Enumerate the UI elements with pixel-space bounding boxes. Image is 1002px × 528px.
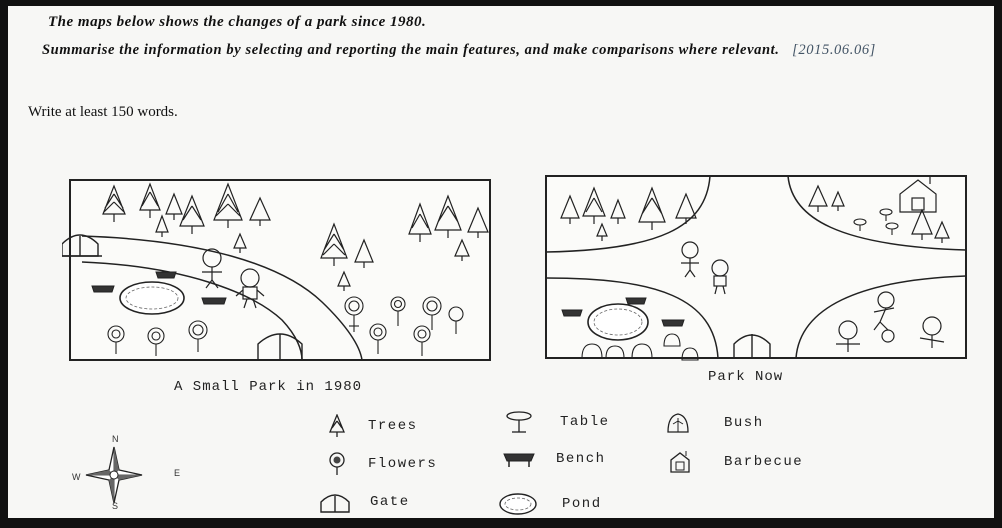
gate-icon: [320, 494, 350, 513]
instruction-text: Summarise the information by selecting a…: [42, 42, 780, 58]
legend-label: Flowers: [368, 456, 438, 472]
legend-gate: Gate: [318, 490, 410, 514]
word-count-instruction: Write at least 150 words.: [28, 104, 178, 120]
caption-1980: A Small Park in 1980: [174, 379, 363, 395]
caption-now: Park Now: [708, 369, 784, 385]
legend-label: Pond: [562, 496, 602, 512]
legend-bench: Bench: [502, 450, 606, 468]
worksheet-page: The maps below shows the changes of a pa…: [8, 6, 994, 518]
task-instruction: Summarise the information by selecting a…: [42, 40, 962, 61]
barbecue-icon: [670, 451, 690, 473]
legend-label: Trees: [368, 418, 418, 434]
flower-icon: [329, 452, 345, 475]
table-icon: [506, 411, 532, 433]
legend-label: Bench: [556, 451, 606, 467]
task-title: The maps below shows the changes of a pa…: [48, 14, 427, 30]
task-date: [2015.06.06]: [792, 42, 876, 58]
legend-pond: Pond: [498, 492, 602, 516]
legend-barbecue: Barbecue: [668, 450, 803, 474]
compass-south: S: [112, 501, 119, 511]
legend-trees: Trees: [328, 414, 418, 438]
bench-icon: [503, 453, 535, 467]
legend-flowers: Flowers: [328, 452, 437, 476]
pond: [587, 303, 649, 341]
pond-icon: [499, 493, 537, 515]
legend-label: Barbecue: [724, 454, 804, 470]
tree-icon: [329, 414, 345, 437]
legend-label: Table: [560, 414, 610, 430]
map-1980: [62, 179, 491, 361]
legend-table: Table: [504, 410, 610, 434]
legend-label: Bush: [724, 415, 764, 431]
legend-label: Gate: [370, 494, 410, 510]
map-now: [545, 175, 967, 361]
bush-icon: [667, 413, 689, 433]
legend-bush: Bush: [666, 412, 764, 434]
compass-icon: [85, 446, 143, 504]
compass-east: E: [174, 468, 181, 478]
compass-north: N: [112, 434, 119, 444]
compass-west: W: [72, 472, 81, 482]
